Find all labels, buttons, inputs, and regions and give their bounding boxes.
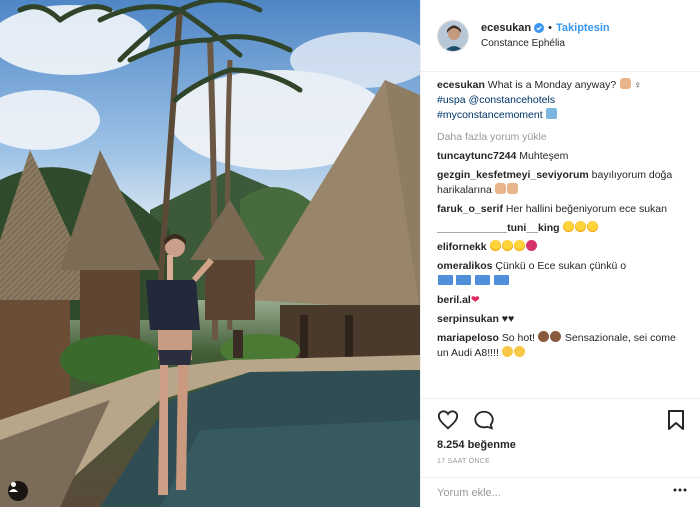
heart-outline-icon[interactable] (437, 409, 459, 431)
list-item: ____________tuni__king (437, 221, 685, 236)
follow-status-button[interactable]: Takiptesin (556, 20, 610, 36)
post-timestamp[interactable]: 17 SAAT ÖNCE (437, 458, 685, 465)
post-header: ecesukan • Takiptesin Constance Ephélia (421, 0, 700, 72)
heart-eyes-emoji-icon (563, 221, 575, 232)
hashtag-uspa[interactable]: #uspa (437, 94, 466, 106)
comment-input[interactable] (437, 486, 657, 499)
caption: ecesukan What is a Monday anyway? ♀ #usp… (437, 78, 685, 123)
comment-username[interactable]: omeralikos (437, 260, 492, 272)
soon-emoji-icon (494, 275, 510, 285)
thumbs-up-emoji-icon (495, 183, 507, 194)
user-tag-icon[interactable] (8, 481, 28, 501)
list-item: gezgin_kesfetmeyi_seviyorum bayılıyorum … (437, 168, 685, 198)
comment-username[interactable]: beril.al (437, 294, 471, 306)
list-item: serpinsukan ♥♥ (437, 312, 685, 327)
comment-username[interactable]: ____________tuni__king (437, 222, 560, 234)
caption-username[interactable]: ecesukan (437, 79, 485, 91)
comment-text: ♥♥ (501, 313, 515, 325)
comment-username[interactable]: elifornekk (437, 241, 487, 253)
comment-username[interactable]: tuncaytunc7244 (437, 150, 516, 162)
comment-text: Çünkü o Ece sukan çünkü o (495, 260, 627, 272)
more-options-icon[interactable] (673, 488, 687, 492)
venus-symbol-icon: ♀ (634, 80, 642, 91)
comment-text: So hot! (501, 332, 536, 344)
bookmark-icon[interactable] (667, 409, 685, 431)
heart-eyes-emoji-icon (514, 240, 526, 251)
load-more-comments-link[interactable]: Daha fazla yorum yükle (437, 131, 685, 143)
heart-eyes-emoji-icon (502, 240, 514, 251)
blush-emoji-icon (502, 346, 514, 357)
resort-pool-scene (0, 0, 420, 507)
arrow-emoji-icon (475, 275, 491, 285)
mention-constancehotels[interactable]: @constancehotels (469, 94, 556, 106)
comment-username[interactable]: gezgin_kesfetmeyi_seviyorum (437, 169, 589, 181)
list-item: elifornekk (437, 240, 685, 255)
location-link[interactable]: Constance Ephélia (481, 36, 610, 52)
comment-username[interactable]: serpinsukan (437, 313, 499, 325)
post-actions: 8.254 beğenme 17 SAAT ÖNCE (421, 398, 700, 465)
separator-dot: • (548, 21, 553, 34)
avatar[interactable] (437, 19, 469, 52)
add-comment-bar (421, 477, 700, 507)
fire-face-emoji-icon (550, 331, 562, 342)
heart-eyes-emoji-icon (490, 240, 502, 251)
person-emoji-icon (619, 78, 631, 89)
heart-eyes-emoji-icon (587, 221, 599, 232)
caption-text: What is a Monday anyway? (487, 79, 617, 91)
comments-list: ecesukan What is a Monday anyway? ♀ #usp… (421, 72, 700, 398)
verified-badge-icon (534, 22, 545, 33)
list-item: beril.al❤ (437, 293, 685, 308)
hashtag-myconstancemoment[interactable]: #myconstancemoment (437, 109, 543, 121)
heart-eyes-emoji-icon (575, 221, 587, 232)
list-item: faruk_o_serif Her hallini beğeniyorum ec… (437, 202, 685, 217)
post-side-panel: ecesukan • Takiptesin Constance Ephélia … (420, 0, 700, 507)
thumbs-up-emoji-icon (507, 183, 519, 194)
arrow-emoji-icon (456, 275, 472, 285)
fire-face-emoji-icon (538, 331, 550, 342)
comment-text: Her hallini beğeniyorum ece sukan (505, 203, 667, 215)
list-item: omeralikos Çünkü o Ece sukan çünkü o (437, 259, 685, 289)
blush-emoji-icon (514, 346, 526, 357)
likes-count[interactable]: 8.254 beğenme (437, 439, 685, 451)
arrow-emoji-icon (437, 275, 453, 285)
comment-text: Muhteşem (519, 150, 569, 162)
username-link[interactable]: ecesukan (481, 20, 531, 36)
post-photo[interactable] (0, 0, 420, 507)
bathtub-emoji-icon (546, 108, 558, 119)
list-item: tuncaytunc7244 Muhteşem (437, 149, 685, 164)
heart-emoji-icon: ❤ (470, 294, 480, 306)
rose-emoji-icon (526, 240, 538, 251)
comment-username[interactable]: faruk_o_serif (437, 203, 503, 215)
list-item: mariapeloso So hot! Sensazionale, sei co… (437, 331, 685, 361)
comment-bubble-icon[interactable] (473, 409, 495, 431)
header-text: ecesukan • Takiptesin Constance Ephélia (481, 20, 610, 52)
comment-username[interactable]: mariapeloso (437, 332, 499, 344)
